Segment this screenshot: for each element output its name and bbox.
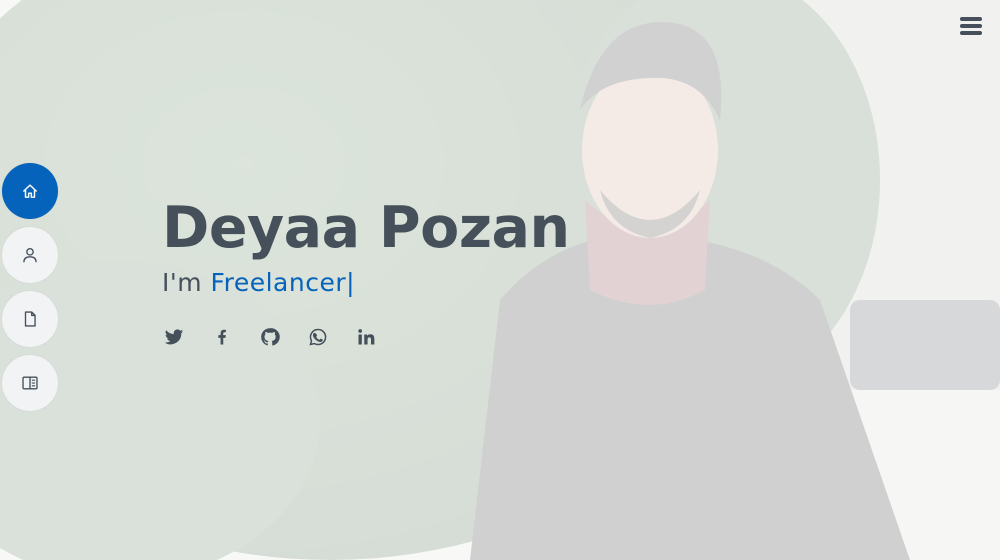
twitter-link[interactable]: [164, 327, 184, 347]
side-nav: [2, 163, 58, 411]
facebook-icon: [218, 329, 226, 345]
menu-icon: [960, 17, 982, 35]
nav-item-portfolio[interactable]: [2, 355, 58, 411]
facebook-link[interactable]: [212, 327, 232, 347]
typed-text: Freelancer: [210, 267, 347, 297]
github-link[interactable]: [260, 327, 280, 347]
menu-toggle-button[interactable]: [959, 14, 983, 38]
whatsapp-link[interactable]: [308, 327, 328, 347]
book-half-icon: [22, 376, 38, 390]
nav-item-home[interactable]: [2, 163, 58, 219]
nav-item-resume[interactable]: [2, 291, 58, 347]
twitter-icon: [164, 328, 184, 344]
typed-cursor: |: [346, 267, 356, 297]
linkedin-icon: [358, 328, 375, 345]
nav-item-about[interactable]: [2, 227, 58, 283]
person-icon: [23, 248, 37, 263]
hero-section: Deyaa Pozan I'm Freelancer|: [162, 195, 570, 347]
hero-name: Deyaa Pozan: [162, 195, 570, 261]
hero-tagline: I'm Freelancer|: [162, 268, 570, 297]
github-icon: [261, 327, 280, 346]
social-links: [164, 327, 570, 347]
whatsapp-icon: [309, 328, 327, 346]
tagline-prefix: I'm: [162, 267, 211, 297]
home-icon: [23, 184, 37, 198]
file-icon: [24, 311, 36, 327]
linkedin-link[interactable]: [356, 327, 376, 347]
